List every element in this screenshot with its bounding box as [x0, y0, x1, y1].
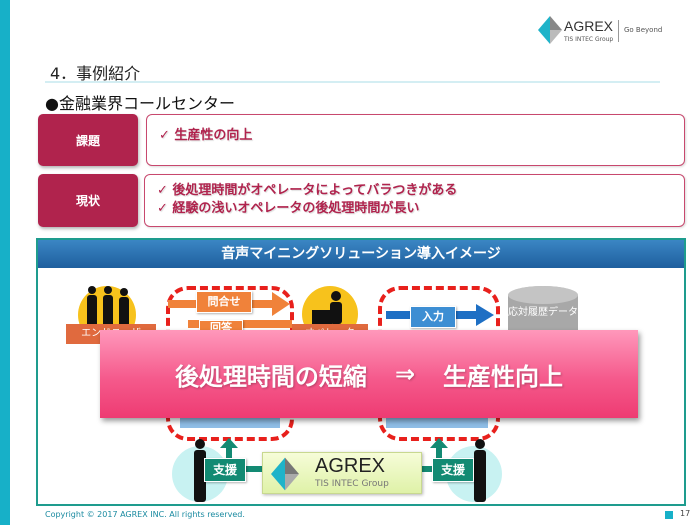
current-label: 現状: [38, 174, 138, 227]
accent-sidebar: [0, 0, 10, 525]
logo-divider: [618, 20, 619, 42]
logo-group: TIS INTEC Group: [564, 36, 614, 43]
diagram-title: 音声マイニングソリューション導入イメージ: [38, 240, 684, 268]
banner-right-text: 生産性向上: [443, 362, 564, 391]
logo-name: AGREX: [564, 18, 614, 34]
banner-arrow: ⇒: [394, 360, 416, 388]
support-label-left: 支援: [204, 458, 246, 482]
section-heading: ●金融業界コールセンター: [45, 94, 235, 113]
agrex-icon: [271, 457, 299, 491]
copyright: Copyright © 2017 AGREX INC. All rights r…: [45, 510, 245, 519]
logo-tagline: Go Beyond: [624, 26, 663, 34]
page-marker: [665, 511, 673, 519]
agrex-group: TIS INTEC Group: [315, 479, 389, 489]
banner-left-text: 後処理時間の短縮: [174, 362, 367, 391]
database-top: [508, 286, 578, 304]
issue-item: ✓ 生産性の向上: [159, 128, 253, 143]
inquiry-label: 問合せ: [196, 291, 252, 313]
agrex-logo: AGREX TIS INTEC Group Go Beyond: [538, 16, 668, 46]
database-label: 応対履歴データ: [508, 307, 578, 318]
issue-content: ✓ 生産性の向上: [146, 114, 685, 166]
current-item: ✓ 後処理時間がオペレータによってバラつきがある: [157, 183, 458, 198]
agrex-logo-icon: [538, 16, 562, 44]
current-item: ✓ 経験の浅いオペレータの後処理時間が長い: [157, 201, 420, 216]
title-divider: [45, 81, 660, 83]
current-content: ✓ 後処理時間がオペレータによってバラつきがある ✓ 経験の浅いオペレータの後処…: [144, 174, 685, 227]
result-banner: 後処理時間の短縮 ⇒ 生産性向上: [100, 330, 638, 418]
page-number: 17: [680, 509, 691, 518]
support-label-right: 支援: [432, 458, 474, 482]
input-label: 入力: [410, 306, 456, 328]
issue-label: 課題: [38, 114, 138, 166]
agrex-name: AGREX: [315, 455, 386, 477]
agrex-box: AGREX TIS INTEC Group: [262, 452, 422, 494]
